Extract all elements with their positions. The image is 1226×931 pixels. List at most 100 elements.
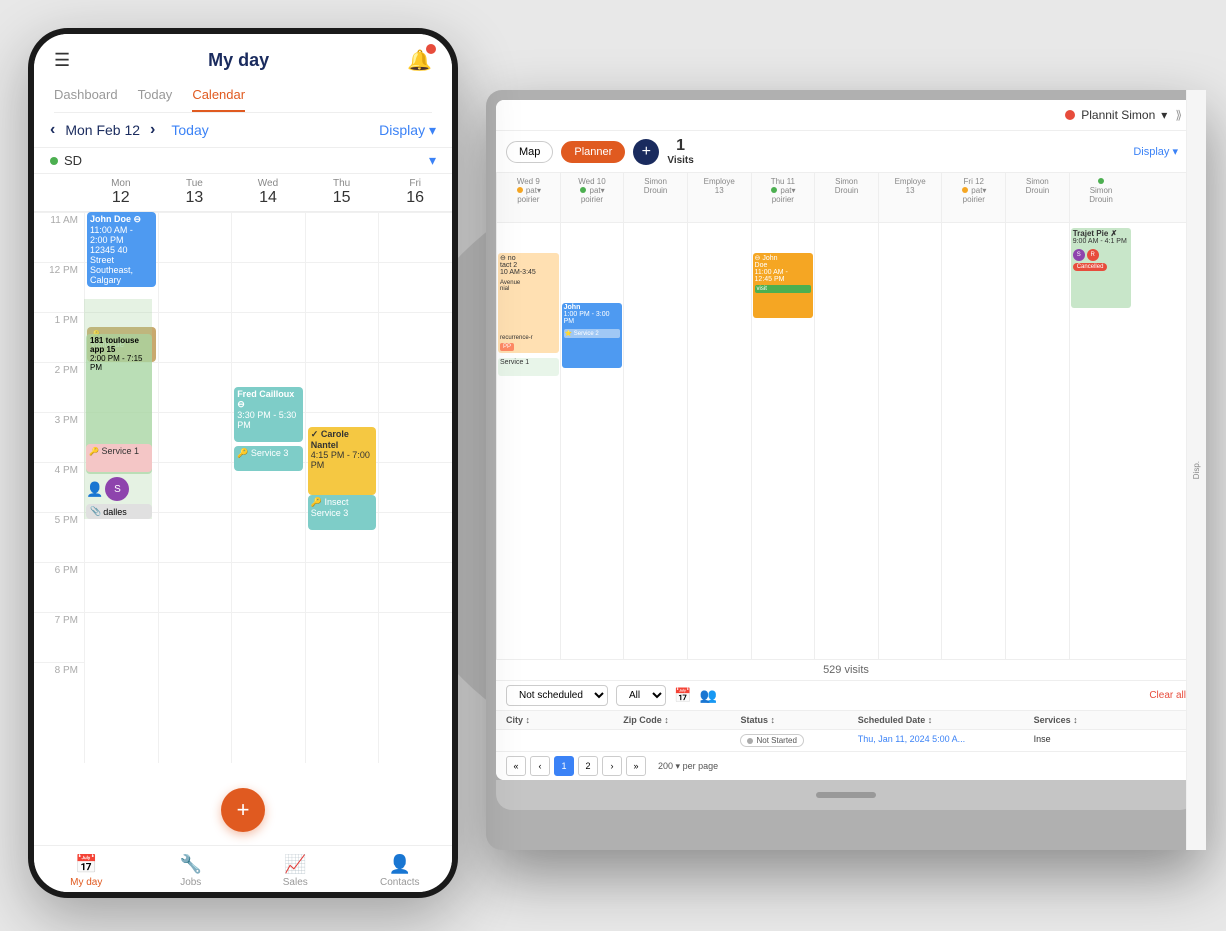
day-header-wed: Wed 14	[231, 174, 305, 211]
event-dalles: 📎 dalles	[86, 504, 152, 519]
laptop-device: Plannit Simon ▾ ⟫ Map Planner + 1 Visits…	[486, 90, 1206, 850]
time-8pm: 8 PM	[34, 662, 84, 712]
today-button[interactable]: Today	[171, 122, 208, 138]
event-insect-service[interactable]: 🔑 Insect Service 3	[308, 495, 377, 530]
event-avatar-area: 👤 S	[86, 477, 152, 501]
th-extra	[1151, 715, 1186, 725]
day-col-fri	[378, 212, 452, 763]
page-2-button[interactable]: 2	[578, 756, 598, 776]
laptop-day-10c: Employe 13	[687, 173, 751, 222]
people-filter-icon[interactable]: 👥	[699, 687, 716, 704]
laptop-day-10a: Wed 10 pat▾ poirier	[560, 173, 624, 222]
laptop-col-3	[687, 223, 751, 659]
nav-dashboard[interactable]: Dashboard	[54, 83, 118, 112]
time-12pm: 12 PM	[34, 262, 84, 312]
laptop-screen: Plannit Simon ▾ ⟫ Map Planner + 1 Visits…	[496, 100, 1196, 780]
day-col-tue	[158, 212, 232, 763]
th-city: City ↕	[506, 715, 623, 725]
day-header-thu: Thu 15	[305, 174, 379, 211]
next-arrow[interactable]: ›	[150, 121, 155, 139]
prev-arrow[interactable]: ‹	[50, 121, 55, 139]
day-header-tue: Tue 13	[158, 174, 232, 211]
time-1pm: 1 PM	[34, 312, 84, 362]
user-badge: Plannit Simon ▾	[1065, 108, 1167, 122]
bottom-nav-sales[interactable]: 📈 Sales	[243, 854, 348, 888]
prev-page-button[interactable]: ‹	[530, 756, 550, 776]
menu-icon[interactable]: ☰	[54, 50, 70, 71]
phone-device: ☰ My day 🔔 Dashboard Today Calendar ‹ Mo…	[28, 28, 458, 898]
table-row: Not Started Thu, Jan 11, 2024 5:00 A... …	[496, 730, 1196, 751]
time-11am: 11 AM	[34, 212, 84, 262]
td-scheduled-date[interactable]: Thu, Jan 11, 2024 5:00 A...	[858, 734, 1034, 747]
td-status: Not Started	[740, 734, 857, 747]
planner-button[interactable]: Planner	[561, 141, 625, 163]
event-carole[interactable]: ✓ Carole Nantel 4:15 PM - 7:00 PM	[308, 427, 377, 495]
all-filter[interactable]: All	[616, 685, 666, 706]
bottom-nav-myday[interactable]: 📅 My day	[34, 854, 139, 888]
th-services: Services ↕	[1034, 715, 1151, 725]
event-fred[interactable]: Fred Cailloux ⊖ 3:30 PM - 5:30 PM	[234, 387, 303, 442]
time-6pm: 6 PM	[34, 562, 84, 612]
user-chevron-icon[interactable]: ▾	[1161, 108, 1167, 122]
sd-status-dot	[50, 157, 58, 165]
fab-add-button[interactable]: +	[221, 788, 265, 832]
laptop-day-12c: Simon Drouin	[1069, 173, 1133, 222]
laptop-col-5	[814, 223, 878, 659]
notification-badge	[426, 44, 436, 54]
laptop-day-10b: Simon Drouin	[623, 173, 687, 222]
th-scheduled-date: Scheduled Date ↕	[858, 715, 1034, 725]
event-service1[interactable]: 🔑 Service 1	[86, 444, 152, 472]
page-1-button[interactable]: 1	[554, 756, 574, 776]
map-button[interactable]: Map	[506, 141, 553, 163]
calendar-filter-icon[interactable]: 📅	[674, 687, 691, 704]
scheduled-filter[interactable]: Not scheduled	[506, 685, 608, 706]
add-button[interactable]: +	[633, 139, 659, 165]
day-header-fri: Fri 16	[378, 174, 452, 211]
next-page-button[interactable]: ›	[602, 756, 622, 776]
event-service3-wed[interactable]: 🔑 Service 3	[234, 446, 303, 471]
bottom-nav-contacts[interactable]: 👤 Contacts	[348, 854, 453, 888]
laptop-event-service-1[interactable]: Service 1	[498, 358, 559, 376]
nav-today[interactable]: Today	[138, 83, 173, 112]
td-city	[506, 734, 623, 747]
time-4pm: 4 PM	[34, 462, 84, 512]
bell-icon[interactable]: 🔔	[407, 48, 432, 73]
day-col-thu: ✓ Carole Nantel 4:15 PM - 7:00 PM 🔑 Inse…	[305, 212, 379, 763]
display-button[interactable]: Display ▾	[379, 122, 436, 139]
laptop-col-7	[941, 223, 1005, 659]
clear-all-button[interactable]: Clear all	[1149, 690, 1186, 701]
td-zip	[623, 734, 740, 747]
laptop-col-0: ⊖ no tact 2 10 AM-3:45 Avenue nial PP re…	[496, 223, 560, 659]
laptop-event-contact2[interactable]: ⊖ no tact 2 10 AM-3:45 Avenue nial PP re…	[498, 253, 559, 353]
laptop-day-11a: Thu 11 pat▾ poirier	[751, 173, 815, 222]
current-date: Mon Feb 12	[65, 122, 140, 138]
phone-title: My day	[208, 50, 269, 71]
sd-expand-icon[interactable]: ▾	[429, 152, 436, 169]
laptop-event-trajet[interactable]: Trajet Pie ✗ 9:00 AM - 4:1 PM S R Cancel…	[1071, 228, 1132, 308]
last-page-button[interactable]: »	[626, 756, 646, 776]
event-john-doe[interactable]: John Doe ⊖ 11:00 AM - 2:00 PM 12345 40 S…	[87, 212, 156, 287]
laptop-camera	[816, 792, 876, 798]
bottom-nav-jobs[interactable]: 🔧 Jobs	[139, 854, 244, 888]
display-toggle[interactable]: Display ▾	[1125, 141, 1186, 162]
laptop-day-9: Wed 9 pat▾ poirier	[496, 173, 560, 222]
nav-calendar[interactable]: Calendar	[192, 83, 245, 112]
per-page-selector[interactable]: 200 ▾ per page	[658, 761, 718, 772]
td-extra	[1151, 734, 1186, 747]
disp-sidebar-text: Disp.	[1192, 461, 1196, 479]
laptop-day-11c: Employe 13	[878, 173, 942, 222]
th-status: Status ↕	[740, 715, 857, 725]
laptop-day-11b: Simon Drouin	[814, 173, 878, 222]
first-page-button[interactable]: «	[506, 756, 526, 776]
event-service1-area: 🔑 Service 1	[86, 444, 152, 474]
laptop-event-johndoe-thu[interactable]: ⊖ John Doe 11:00 AM - 12:45 PM visit	[753, 253, 814, 318]
time-2pm: 2 PM	[34, 362, 84, 412]
td-services: Inse	[1034, 734, 1151, 747]
laptop-event-john[interactable]: John 1:00 PM - 3:00 PM ⭐ Service 2	[562, 303, 623, 368]
laptop-day-12a: Fri 12 pat▾ poirier	[941, 173, 1005, 222]
laptop-col-9: Trajet Pie ✗ 9:00 AM - 4:1 PM S R Cancel…	[1069, 223, 1133, 659]
day-col-wed: Fred Cailloux ⊖ 3:30 PM - 5:30 PM 🔑 Serv…	[231, 212, 305, 763]
not-started-badge: Not Started	[740, 734, 803, 747]
time-3pm: 3 PM	[34, 412, 84, 462]
collapse-icon[interactable]: ⟫	[1175, 108, 1182, 122]
